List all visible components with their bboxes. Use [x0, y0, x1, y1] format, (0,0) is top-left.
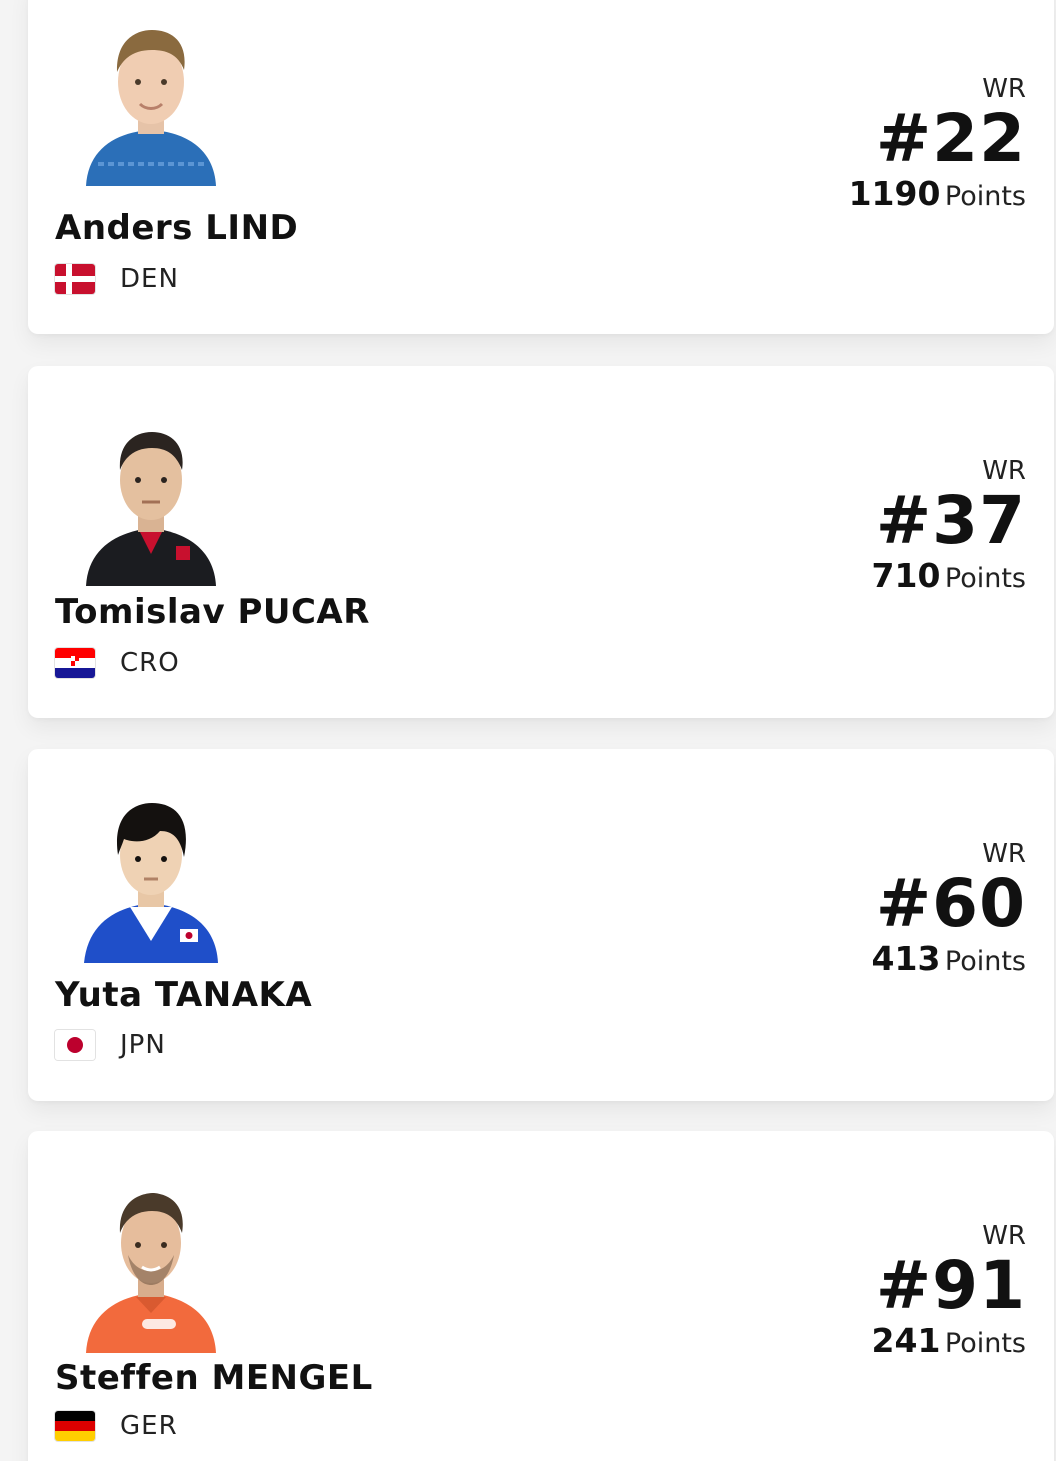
country-code: DEN — [120, 264, 179, 294]
world-ranking: WR #60 413 Points — [872, 839, 1026, 986]
points-label: Points — [944, 563, 1026, 594]
player-ranking-list: Anders LIND DEN WR #22 1190 Points Tomis… — [0, 0, 1056, 1461]
rank-number: #60 — [875, 865, 1026, 942]
player-country: GER — [55, 1409, 178, 1443]
points-line: 710 Points — [872, 556, 1026, 603]
germany-flag-icon — [55, 1411, 95, 1441]
rank-number: #91 — [875, 1247, 1026, 1324]
player-name[interactable]: Steffen MENGEL — [55, 1358, 373, 1398]
points-label: Points — [944, 181, 1026, 212]
country-code: JPN — [120, 1030, 166, 1060]
rank-number: #37 — [875, 482, 1026, 559]
player-name[interactable]: Anders LIND — [55, 208, 298, 248]
player-card[interactable]: Tomislav PUCAR CRO WR #37 710 Points — [28, 366, 1054, 718]
points-value: 1190 — [848, 174, 941, 213]
world-ranking: WR #22 1190 Points — [849, 74, 1026, 221]
country-code: GER — [120, 1411, 178, 1441]
player-avatar — [80, 791, 222, 963]
points-value: 710 — [871, 556, 941, 595]
points-line: 413 Points — [872, 939, 1026, 986]
player-country: JPN — [55, 1028, 166, 1062]
croatia-flag-icon — [55, 648, 95, 678]
player-card[interactable]: Yuta TANAKA JPN WR #60 413 Points — [28, 749, 1054, 1101]
player-card[interactable]: Anders LIND DEN WR #22 1190 Points — [28, 0, 1054, 334]
player-country: CRO — [55, 646, 180, 680]
points-label: Points — [944, 1328, 1026, 1359]
points-label: Points — [944, 946, 1026, 977]
player-avatar — [80, 1181, 222, 1353]
player-name[interactable]: Tomislav PUCAR — [55, 592, 370, 632]
world-ranking: WR #37 710 Points — [872, 456, 1026, 603]
denmark-flag-icon — [55, 264, 95, 294]
country-code: CRO — [120, 648, 180, 678]
points-line: 1190 Points — [849, 174, 1026, 221]
player-avatar — [80, 414, 222, 586]
points-value: 413 — [871, 939, 941, 978]
points-value: 241 — [871, 1321, 941, 1360]
world-ranking: WR #91 241 Points — [872, 1221, 1026, 1368]
japan-flag-icon — [55, 1030, 95, 1060]
points-line: 241 Points — [872, 1321, 1026, 1368]
rank-number: #22 — [875, 100, 1026, 177]
player-avatar — [80, 14, 222, 186]
player-country: DEN — [55, 262, 179, 296]
player-card[interactable]: Steffen MENGEL GER WR #91 241 Points — [28, 1131, 1054, 1461]
player-name[interactable]: Yuta TANAKA — [55, 975, 312, 1015]
